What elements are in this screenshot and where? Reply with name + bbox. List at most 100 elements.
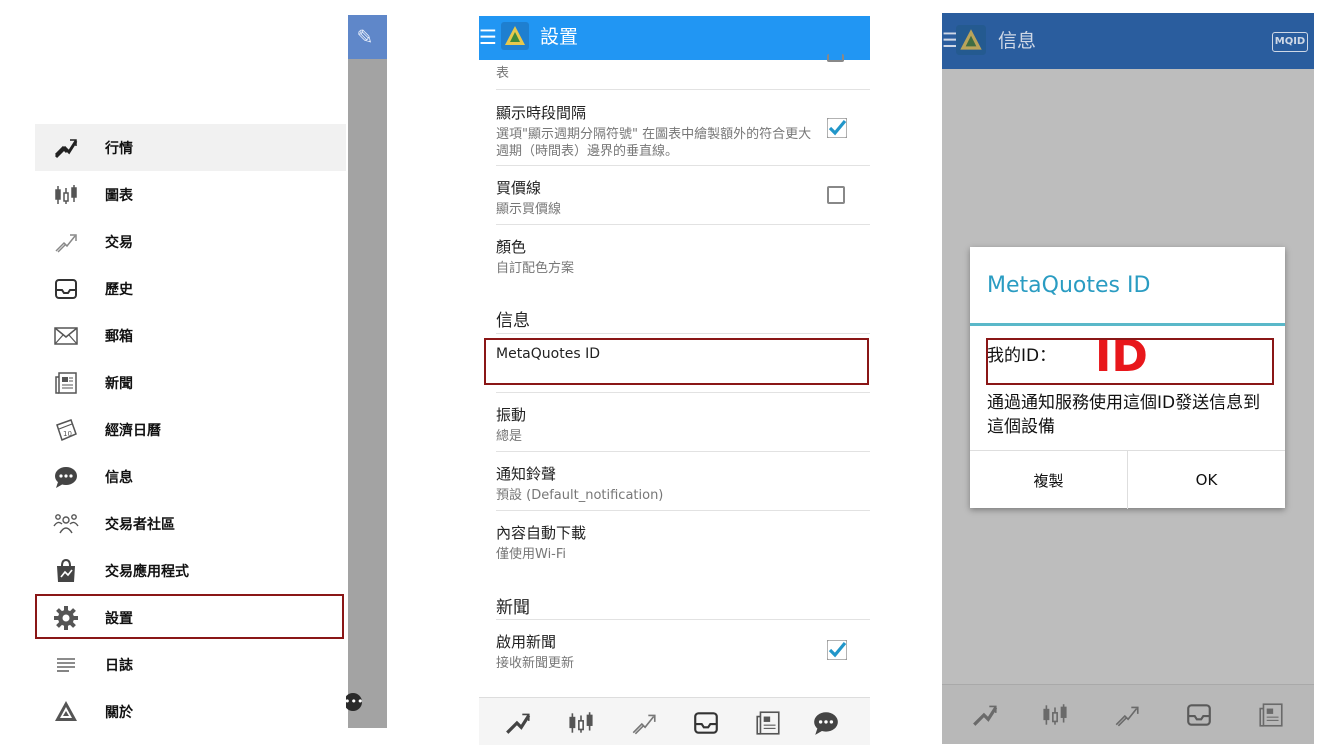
drawer-item-label: 交易 bbox=[105, 234, 133, 251]
settings-highlight-box bbox=[35, 594, 344, 639]
setting-description: 總是 bbox=[496, 429, 523, 444]
setting-notification-sound[interactable]: 通知鈴聲 預設 (Default_notification) bbox=[496, 463, 870, 504]
drawer-item-label: 圖表 bbox=[105, 187, 133, 204]
history-inbox-icon[interactable] bbox=[691, 708, 721, 738]
app-logo-icon bbox=[501, 22, 529, 50]
setting-description: 顯示買價線 bbox=[496, 202, 562, 217]
news-icon[interactable] bbox=[753, 708, 783, 738]
drawer-item-label: 信息 bbox=[105, 469, 133, 486]
setting-ask-line[interactable]: 買價線 顯示買價線 bbox=[496, 177, 870, 218]
trade-icon bbox=[53, 229, 79, 255]
setting-enable-news[interactable]: 啟用新聞 接收新聞更新 bbox=[496, 631, 870, 672]
news-icon[interactable] bbox=[1255, 700, 1287, 730]
drawer-item-trade[interactable]: 交易 bbox=[35, 218, 346, 265]
drawer-item-label: 行情 bbox=[105, 140, 133, 157]
metaquotes-id-highlight-box bbox=[484, 338, 869, 385]
drawer-item-label: 經濟日曆 bbox=[105, 422, 161, 439]
drawer-item-journal[interactable]: 日誌 bbox=[35, 641, 346, 688]
drawer-item-label: 日誌 bbox=[105, 657, 133, 674]
setting-show-period-separators[interactable]: 顯示時段間隔 選項"顯示週期分隔符號" 在圖表中繪製額外的符合更大週期（時間表）… bbox=[496, 102, 814, 160]
page-title: 設置 bbox=[540, 26, 579, 48]
enable-news-checkbox[interactable] bbox=[826, 639, 848, 661]
drawer-item-label: 關於 bbox=[105, 704, 133, 721]
setting-auto-download[interactable]: 內容自動下載 僅使用Wi-Fi bbox=[496, 522, 870, 563]
setting-title: 內容自動下載 bbox=[496, 524, 587, 542]
drawer-item-messages[interactable]: 信息 bbox=[35, 453, 346, 500]
journal-icon bbox=[53, 652, 79, 678]
app-store-bag-icon bbox=[53, 558, 79, 584]
period-separators-checkbox[interactable] bbox=[826, 117, 848, 139]
setting-title: 顯示時段間隔 bbox=[496, 104, 587, 122]
divider bbox=[496, 224, 870, 225]
drawer-item-charts[interactable]: 圖表 bbox=[35, 171, 346, 218]
chat-bubble-icon bbox=[53, 464, 79, 490]
dialog-button-row: 複製 OK bbox=[970, 450, 1285, 509]
dialog-title: MetaQuotes ID bbox=[987, 273, 1151, 298]
setting-description: 預設 (Default_notification) bbox=[496, 488, 664, 503]
app-logo-icon bbox=[956, 25, 986, 55]
pencil-icon[interactable]: ✎ bbox=[352, 22, 378, 52]
setting-description: 接收新聞更新 bbox=[496, 656, 575, 671]
drawer-item-history[interactable]: 歷史 bbox=[35, 265, 346, 312]
hamburger-menu-icon[interactable]: ☰ bbox=[479, 24, 497, 50]
category-news: 新聞 bbox=[496, 598, 530, 618]
my-id-highlight-box bbox=[986, 338, 1274, 385]
drawer-item-mailbox[interactable]: 郵箱 bbox=[35, 312, 346, 359]
partial-checkbox[interactable] bbox=[827, 54, 844, 62]
news-icon bbox=[53, 370, 79, 396]
community-icon bbox=[53, 511, 79, 537]
history-inbox-icon[interactable] bbox=[1183, 700, 1215, 730]
trade-icon[interactable] bbox=[629, 708, 659, 738]
setting-vibration[interactable]: 振動 總是 bbox=[496, 404, 870, 445]
drawer-item-economic-calendar[interactable]: 10 經濟日曆 bbox=[35, 406, 346, 453]
quotes-icon[interactable] bbox=[969, 700, 1001, 730]
drawer-item-news[interactable]: 新聞 bbox=[35, 359, 346, 406]
mail-icon bbox=[53, 323, 79, 349]
drawer-item-quotes[interactable]: 行情 bbox=[35, 124, 346, 171]
drawer-item-trading-apps[interactable]: 交易應用程式 bbox=[35, 547, 346, 594]
divider bbox=[496, 89, 870, 90]
drawer-item-label: 交易者社區 bbox=[105, 516, 175, 533]
divider bbox=[496, 392, 870, 393]
about-logo-icon bbox=[53, 699, 79, 725]
trade-icon[interactable] bbox=[1111, 700, 1143, 730]
setting-title: 振動 bbox=[496, 406, 527, 424]
drawer-item-label: 交易應用程式 bbox=[105, 563, 189, 580]
economic-calendar-icon: 10 bbox=[53, 417, 79, 443]
drawer-item-label: 新聞 bbox=[105, 375, 133, 392]
candlestick-chart-icon[interactable] bbox=[566, 708, 596, 738]
setting-colors[interactable]: 顏色 自訂配色方案 bbox=[496, 236, 870, 277]
candlestick-chart-icon bbox=[53, 182, 79, 208]
ok-button[interactable]: OK bbox=[1128, 451, 1285, 509]
bottom-navigation bbox=[479, 697, 870, 745]
divider bbox=[496, 165, 870, 166]
divider bbox=[496, 451, 870, 452]
bottom-navigation bbox=[942, 684, 1314, 744]
quotes-icon bbox=[53, 135, 79, 161]
dialog-title-divider bbox=[970, 323, 1285, 326]
drawer-item-label: 郵箱 bbox=[105, 328, 133, 345]
setting-title: 買價線 bbox=[496, 179, 542, 197]
candlestick-chart-icon[interactable] bbox=[1039, 700, 1071, 730]
drawer-item-about[interactable]: 關於 bbox=[35, 688, 346, 735]
svg-text:10: 10 bbox=[63, 430, 72, 438]
drawer-item-traders-community[interactable]: 交易者社區 bbox=[35, 500, 346, 547]
partial-setting-description: 表 bbox=[496, 66, 510, 81]
chat-bubble-icon[interactable] bbox=[811, 708, 841, 738]
ask-line-checkbox[interactable] bbox=[827, 186, 845, 204]
navigation-drawer: 行情 圖表 交易 歷史 郵箱 新聞 10 經濟日曆 信息 交易者社區 交易應用程… bbox=[35, 124, 346, 736]
category-messages: 信息 bbox=[496, 311, 530, 331]
mqid-badge-button[interactable]: MQID bbox=[1272, 32, 1308, 52]
setting-description: 自訂配色方案 bbox=[496, 261, 575, 276]
quotes-icon[interactable] bbox=[503, 708, 533, 738]
setting-title: 通知鈴聲 bbox=[496, 465, 557, 483]
settings-toolbar: ☰ 設置 bbox=[479, 16, 870, 60]
copy-button[interactable]: 複製 bbox=[970, 451, 1127, 509]
setting-description: 僅使用Wi-Fi bbox=[496, 547, 567, 562]
overflow-dots-icon: ••• bbox=[344, 693, 363, 711]
dimmed-background bbox=[348, 15, 387, 728]
messages-toolbar: ☰ 信息 MQID bbox=[942, 13, 1314, 69]
history-inbox-icon bbox=[53, 276, 79, 302]
divider bbox=[496, 619, 870, 620]
setting-description: 選項"顯示週期分隔符號" 在圖表中繪製額外的符合更大週期（時間表）邊界的垂直線。 bbox=[496, 127, 812, 159]
